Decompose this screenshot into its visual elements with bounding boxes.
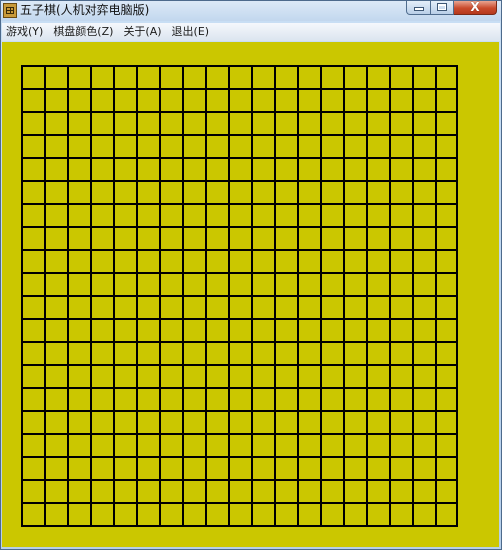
minimize-button[interactable] — [406, 1, 431, 15]
window-title: 五子棋(人机对弈电脑版) — [20, 3, 150, 17]
menu-bar: 游戏(Y) 棋盘颜色(Z) 关于(A) 退出(E) — [2, 23, 500, 41]
menu-about[interactable]: 关于(A) — [119, 23, 167, 41]
client-area — [2, 42, 499, 547]
title-bar[interactable]: 五子棋(人机对弈电脑版) X — [1, 0, 501, 21]
maximize-icon — [437, 3, 447, 11]
menu-board-color[interactable]: 棋盘颜色(Z) — [49, 23, 119, 41]
minimize-icon — [415, 8, 423, 10]
gomoku-app-icon[interactable] — [3, 3, 17, 18]
maximize-button[interactable] — [431, 1, 454, 15]
gomoku-board[interactable] — [21, 65, 458, 527]
menu-game[interactable]: 游戏(Y) — [2, 23, 49, 41]
caption-buttons: X — [406, 0, 497, 15]
app-window: 五子棋(人机对弈电脑版) X 游戏(Y) 棋盘颜色(Z) 关于(A) 退出(E) — [0, 0, 502, 550]
menu-exit[interactable]: 退出(E) — [168, 23, 216, 41]
close-button[interactable]: X — [454, 0, 497, 15]
close-icon: X — [470, 0, 480, 14]
